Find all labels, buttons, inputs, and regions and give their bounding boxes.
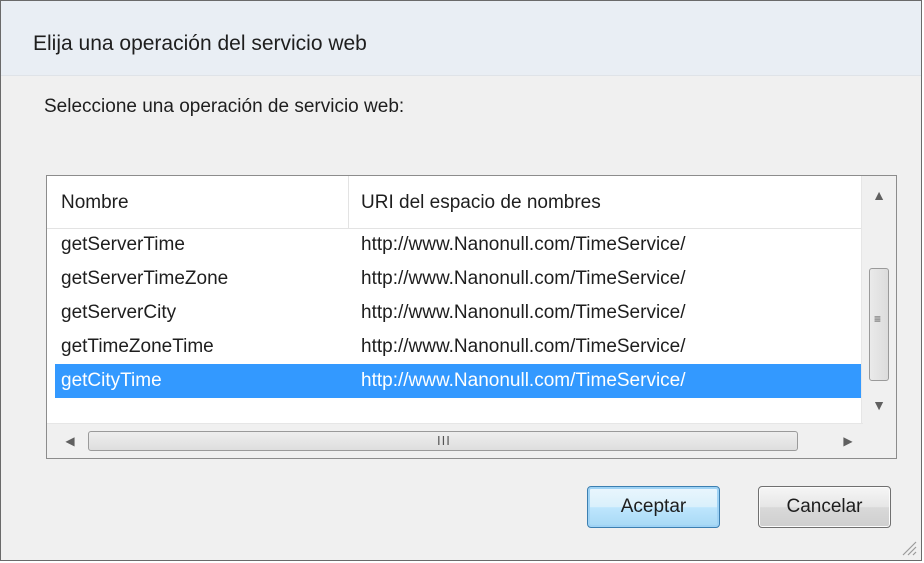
list-item-selected[interactable]: getCityTime http://www.Nanonull.com/Time… (55, 364, 863, 398)
title-bar: Elija una operación del servicio web (1, 1, 921, 76)
chevron-up-icon[interactable]: ▲ (862, 178, 896, 212)
vertical-scrollbar[interactable]: ▲ ≡ ▼ (861, 176, 896, 424)
list-rows: getServerTime http://www.Nanonull.com/Ti… (47, 228, 863, 398)
operation-name: getServerTimeZone (61, 268, 229, 289)
operation-name: getServerCity (61, 302, 177, 323)
namespace-uri: http://www.Nanonull.com/TimeService/ (361, 302, 686, 323)
namespace-uri: http://www.Nanonull.com/TimeService/ (361, 370, 686, 391)
cancel-button[interactable]: Cancelar (758, 486, 891, 528)
namespace-uri: http://www.Nanonull.com/TimeService/ (361, 268, 686, 289)
list-item[interactable]: getServerTimeZone http://www.Nanonull.co… (47, 262, 863, 296)
horizontal-scroll-thumb[interactable]: III (88, 431, 798, 451)
column-header-name[interactable]: Nombre (47, 176, 349, 228)
list-item[interactable]: getServerCity http://www.Nanonull.com/Ti… (47, 296, 863, 330)
list-item[interactable]: getServerTime http://www.Nanonull.com/Ti… (47, 228, 863, 262)
chevron-down-icon[interactable]: ▼ (862, 388, 896, 422)
instruction-label: Seleccione una operación de servicio web… (44, 96, 405, 117)
accept-button[interactable]: Aceptar (587, 486, 720, 528)
operations-list[interactable]: Nombre URI del espacio de nombres getSer… (46, 175, 897, 459)
namespace-uri: http://www.Nanonull.com/TimeService/ (361, 234, 686, 255)
operation-name: getCityTime (61, 370, 162, 391)
scroll-grip-icon: III (437, 433, 451, 448)
dialog-window: Elija una operación del servicio web Sel… (0, 0, 922, 561)
dialog-body: Seleccione una operación de servicio web… (1, 76, 921, 560)
operation-name: getServerTime (61, 234, 185, 255)
horizontal-scrollbar[interactable]: ◀ III ▶ (47, 423, 863, 458)
scroll-corner (862, 424, 896, 458)
namespace-uri: http://www.Nanonull.com/TimeService/ (361, 336, 686, 357)
list-header: Nombre URI del espacio de nombres (47, 176, 863, 229)
list-item[interactable]: getTimeZoneTime http://www.Nanonull.com/… (47, 330, 863, 364)
column-header-uri[interactable]: URI del espacio de nombres (349, 176, 863, 228)
vertical-scroll-thumb[interactable]: ≡ (869, 268, 889, 381)
scroll-grip-icon: ≡ (874, 312, 882, 326)
chevron-left-icon[interactable]: ◀ (53, 424, 87, 458)
resize-grip-icon[interactable] (899, 538, 917, 556)
chevron-right-icon[interactable]: ▶ (831, 424, 865, 458)
operation-name: getTimeZoneTime (61, 336, 214, 357)
dialog-title: Elija una operación del servicio web (33, 32, 367, 55)
